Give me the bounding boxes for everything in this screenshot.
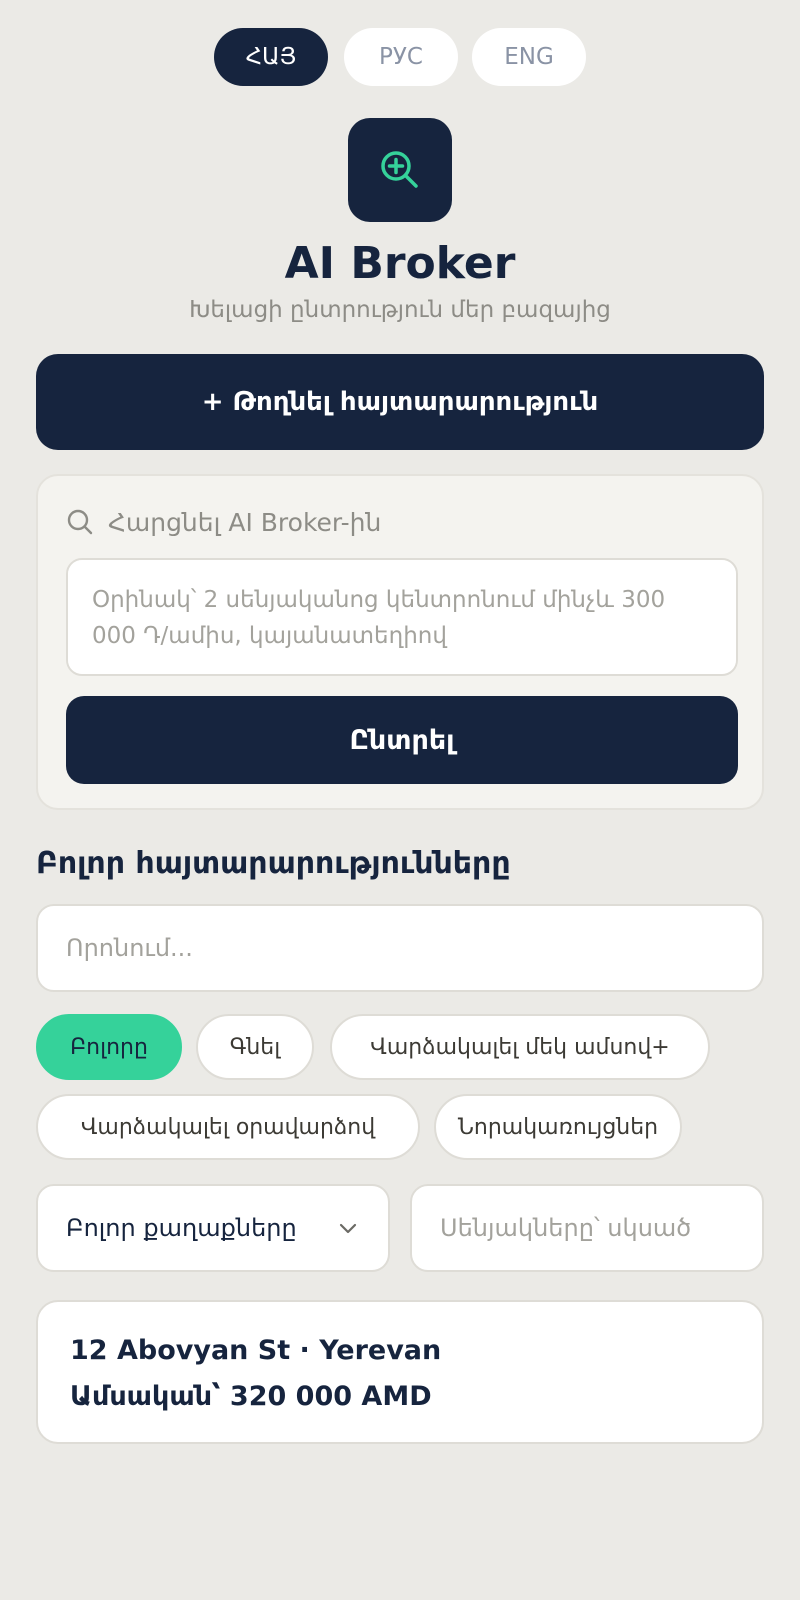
filter-chip-new-buildings[interactable]: Նորակառույցներ	[434, 1094, 682, 1160]
filter-chip-buy[interactable]: Գնել	[196, 1014, 314, 1080]
search-icon	[67, 509, 93, 535]
listing-card[interactable]: 12 Abovyan St · Yerevan Ամսական՝ 320 000…	[36, 1300, 764, 1444]
rooms-from-input[interactable]	[410, 1184, 764, 1272]
ai-search-card: Հարցնել AI Broker-ին Ընտրել	[36, 474, 764, 810]
listings-search-input[interactable]	[36, 904, 764, 992]
filter-chip-all[interactable]: Բոլորը	[36, 1014, 182, 1080]
ai-choose-button[interactable]: Ընտրել	[66, 696, 738, 784]
app-logo	[348, 118, 452, 222]
city-select[interactable]: Բոլոր քաղաքները	[36, 1184, 390, 1272]
ai-query-input[interactable]	[66, 558, 738, 676]
ai-search-label: Հարցնել AI Broker-ին	[108, 507, 382, 537]
listing-price: Ամսական՝ 320 000 AMD	[70, 1381, 432, 1412]
listings-section-title: Բոլոր հայտարարությունները	[36, 846, 511, 881]
language-switcher: ՀԱՅ РУС ENG	[0, 28, 800, 86]
app-title: AI Broker	[284, 238, 516, 289]
search-plus-icon	[381, 151, 418, 188]
chevron-down-icon	[339, 1223, 357, 1234]
ai-search-header: Հարցնել AI Broker-ին	[66, 504, 381, 540]
post-listing-button[interactable]: + Թողնել հայտարարություն	[36, 354, 764, 450]
app-screen: ՀԱՅ РУС ENG AI Broker Խելացի ընտրություն…	[0, 0, 800, 1600]
city-select-value: Բոլոր քաղաքները	[66, 1214, 297, 1242]
filter-chip-rent-monthly[interactable]: Վարձակալել մեկ ամսով+	[330, 1014, 710, 1080]
filter-chip-rent-daily[interactable]: Վարձակալել օրավարձով	[36, 1094, 420, 1160]
listing-address: 12 Abovyan St · Yerevan	[70, 1335, 442, 1366]
lang-button-ru[interactable]: РУС	[344, 28, 458, 86]
lang-button-hy[interactable]: ՀԱՅ	[214, 28, 328, 86]
app-subtitle: Խելացի ընտրություն մեր բազայից	[189, 297, 611, 323]
lang-button-en[interactable]: ENG	[472, 28, 586, 86]
